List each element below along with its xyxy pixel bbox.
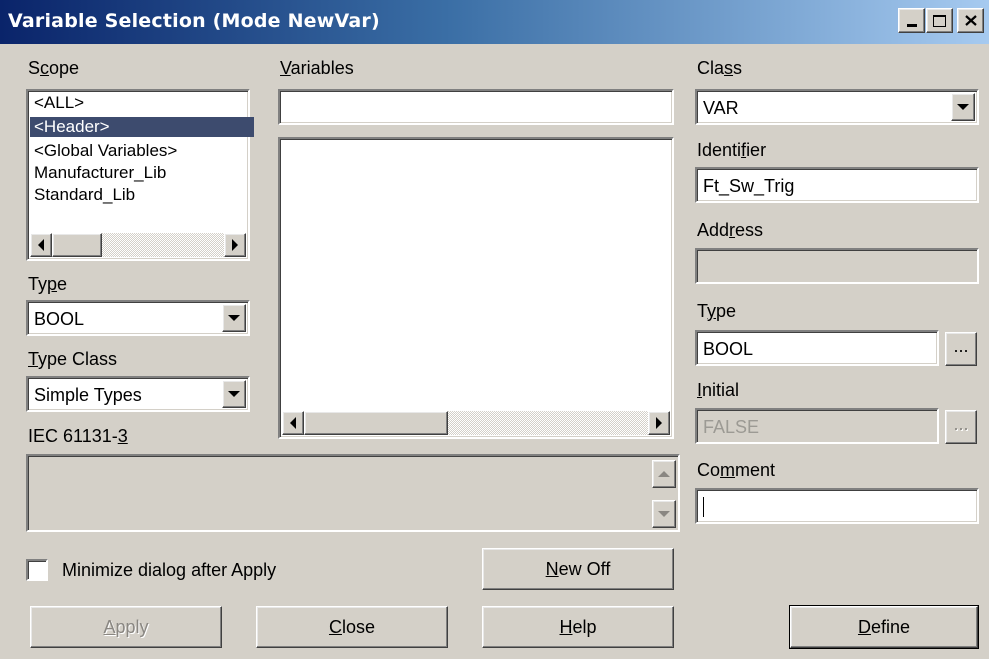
scroll-up-button — [652, 460, 676, 488]
minimize-after-apply-option[interactable]: Minimize dialog after Apply — [26, 558, 326, 582]
scroll-track[interactable] — [448, 411, 648, 435]
class-label: Class — [697, 58, 743, 78]
initial-browse-button: ... — [945, 410, 977, 444]
scroll-left-button[interactable] — [30, 233, 52, 257]
scope-list[interactable]: <ALL> <Header> <Global Variables> Manufa… — [26, 89, 254, 261]
minimize-button[interactable] — [898, 8, 925, 33]
scroll-right-button[interactable] — [648, 411, 670, 435]
new-off-button[interactable]: New Off — [482, 548, 674, 590]
type-class-dropdown-button[interactable] — [222, 380, 246, 408]
scope-item-header[interactable]: <Header> — [30, 117, 254, 137]
comment-input[interactable] — [695, 488, 979, 524]
identifier-input[interactable]: Ft_Sw_Trig — [695, 167, 979, 203]
scope-item-all[interactable]: <ALL> — [32, 93, 88, 113]
chevron-down-icon — [228, 315, 240, 321]
apply-button: Apply — [30, 606, 222, 648]
minimize-after-apply-checkbox[interactable] — [26, 559, 48, 581]
close-window-button[interactable] — [957, 8, 984, 33]
scope-item-manufacturer-lib[interactable]: Manufacturer_Lib — [32, 163, 170, 183]
text-cursor — [703, 497, 704, 517]
scroll-thumb[interactable] — [304, 411, 448, 435]
class-select[interactable]: VAR — [695, 89, 979, 125]
scope-hscrollbar[interactable] — [30, 233, 246, 257]
scroll-down-button — [652, 500, 676, 528]
maximize-icon — [933, 14, 946, 27]
identifier-label: Identifier — [697, 140, 767, 160]
scroll-right-button[interactable] — [224, 233, 246, 257]
minimize-icon — [906, 23, 917, 27]
class-value: VAR — [703, 98, 739, 118]
scroll-thumb[interactable] — [52, 233, 102, 257]
type-filter-dropdown-button[interactable] — [222, 304, 246, 332]
window-title: Variable Selection (Mode NewVar) — [8, 10, 380, 32]
arrow-up-icon — [658, 471, 670, 477]
scroll-left-button[interactable] — [282, 411, 304, 435]
type-browse-button[interactable]: ... — [945, 332, 977, 366]
close-button[interactable]: Close — [256, 606, 448, 648]
variable-type-label: Type — [697, 301, 737, 321]
minimize-after-apply-label: Minimize dialog after Apply — [62, 560, 277, 580]
address-input — [695, 248, 979, 284]
chevron-down-icon — [957, 104, 969, 110]
type-class-value: Simple Types — [34, 385, 142, 405]
scope-item-standard-lib[interactable]: Standard_Lib — [32, 185, 139, 205]
maximize-button[interactable] — [926, 8, 953, 33]
variables-hscrollbar[interactable] — [282, 411, 670, 435]
scope-label: Scope — [28, 58, 80, 78]
type-class-label: Type Class — [28, 349, 118, 369]
type-filter-select[interactable]: BOOL — [26, 300, 250, 336]
iec-vscrollbar — [652, 460, 676, 528]
type-class-select[interactable]: Simple Types — [26, 376, 250, 412]
arrow-left-icon — [290, 417, 296, 429]
title-bar[interactable]: Variable Selection (Mode NewVar) — [0, 0, 989, 44]
scroll-track[interactable] — [102, 233, 224, 257]
variables-label: Variables — [280, 58, 354, 78]
arrow-right-icon — [232, 239, 238, 251]
help-button[interactable]: Help — [482, 606, 674, 648]
variables-filter-input[interactable] — [278, 89, 674, 125]
define-button[interactable]: Define — [789, 605, 979, 649]
close-icon — [964, 15, 977, 26]
arrow-left-icon — [38, 239, 44, 251]
arrow-down-icon — [658, 511, 670, 517]
variables-list[interactable] — [278, 137, 674, 439]
arrow-right-icon — [656, 417, 662, 429]
iec-description-box — [26, 454, 680, 532]
scope-item-global-variables[interactable]: <Global Variables> — [32, 141, 181, 161]
initial-input: FALSE — [695, 408, 939, 444]
initial-label: Initial — [697, 380, 740, 400]
variable-type-input[interactable]: BOOL — [695, 330, 939, 366]
type-filter-value: BOOL — [34, 309, 85, 329]
chevron-down-icon — [228, 391, 240, 397]
type-filter-label: Type — [28, 274, 68, 294]
address-label: Address — [697, 220, 764, 240]
iec-label: IEC 61131-3 — [28, 426, 128, 446]
class-dropdown-button[interactable] — [951, 93, 975, 121]
comment-label: Comment — [697, 460, 776, 480]
